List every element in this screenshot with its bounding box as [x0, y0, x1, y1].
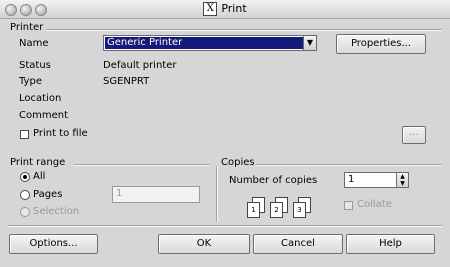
printer-name-label: Name [19, 38, 49, 49]
print-range-all-radio[interactable] [20, 172, 30, 182]
cancel-button[interactable]: Cancel [253, 234, 343, 254]
print-dialog: X Print Printer Name Generic Printer ▼ Pr… [0, 0, 450, 267]
section-separator [216, 166, 218, 222]
collate-pages-icon-2: 2 [270, 197, 290, 219]
location-label: Location [19, 93, 62, 104]
comment-label: Comment [19, 110, 68, 121]
title-bar: X Print [0, 0, 450, 19]
print-range-pages-radio[interactable] [20, 190, 30, 200]
copies-section-title: Copies [221, 157, 255, 168]
help-button[interactable]: Help [346, 234, 435, 254]
copies-spinner[interactable]: ▲ ▼ [397, 172, 409, 188]
spin-down-icon[interactable]: ▼ [397, 180, 408, 187]
ok-button[interactable]: OK [158, 234, 250, 254]
type-label: Type [19, 76, 42, 87]
printer-section-title: Printer [10, 22, 44, 33]
print-to-file-label: Print to file [33, 128, 88, 139]
printer-section-divider [46, 29, 442, 31]
collate-checkbox[interactable] [344, 201, 353, 210]
print-range-divider [74, 164, 210, 166]
pages-input[interactable]: 1 [112, 186, 200, 203]
print-range-pages-label: Pages [33, 189, 63, 200]
spin-up-icon[interactable]: ▲ [397, 173, 408, 180]
print-range-selection-radio[interactable] [20, 207, 30, 217]
print-range-all-label: All [33, 171, 46, 182]
print-range-section-title: Print range [10, 157, 66, 168]
print-range-selection-label: Selection [33, 206, 80, 217]
type-value: SGENPRT [103, 76, 150, 87]
number-of-copies-input[interactable]: 1 [344, 172, 397, 188]
properties-button[interactable]: Properties... [336, 34, 426, 54]
window-title-wrap: X Print [0, 2, 450, 16]
window-title: Print [221, 2, 247, 15]
dropdown-arrow-icon[interactable]: ▼ [303, 36, 316, 50]
collate-label: Collate [357, 199, 392, 210]
page-sheet-front: 1 [247, 202, 260, 218]
status-label: Status [19, 60, 51, 71]
number-of-copies-label: Number of copies [229, 175, 318, 186]
x11-app-icon: X [203, 2, 218, 16]
printer-name-value: Generic Printer [105, 37, 305, 49]
buttons-divider [8, 225, 442, 227]
print-to-file-checkbox[interactable] [20, 130, 29, 139]
page-sheet-front: 3 [293, 202, 306, 218]
options-button[interactable]: Options... [9, 234, 98, 254]
collate-pages-icon-3: 3 [293, 197, 313, 219]
status-value: Default printer [103, 60, 177, 71]
browse-file-button[interactable]: ... [402, 126, 426, 144]
copies-divider [256, 164, 442, 166]
page-sheet-front: 2 [270, 202, 283, 218]
collate-pages-icon-1: 1 [247, 197, 267, 219]
printer-name-select[interactable]: Generic Printer ▼ [103, 35, 317, 51]
